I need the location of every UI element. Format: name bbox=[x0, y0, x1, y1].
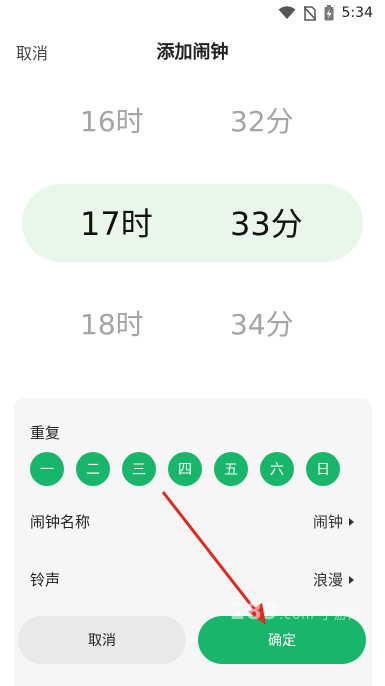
watermark-logo: 289.com 手游网 bbox=[230, 600, 362, 625]
annotation-arrow bbox=[161, 491, 266, 625]
